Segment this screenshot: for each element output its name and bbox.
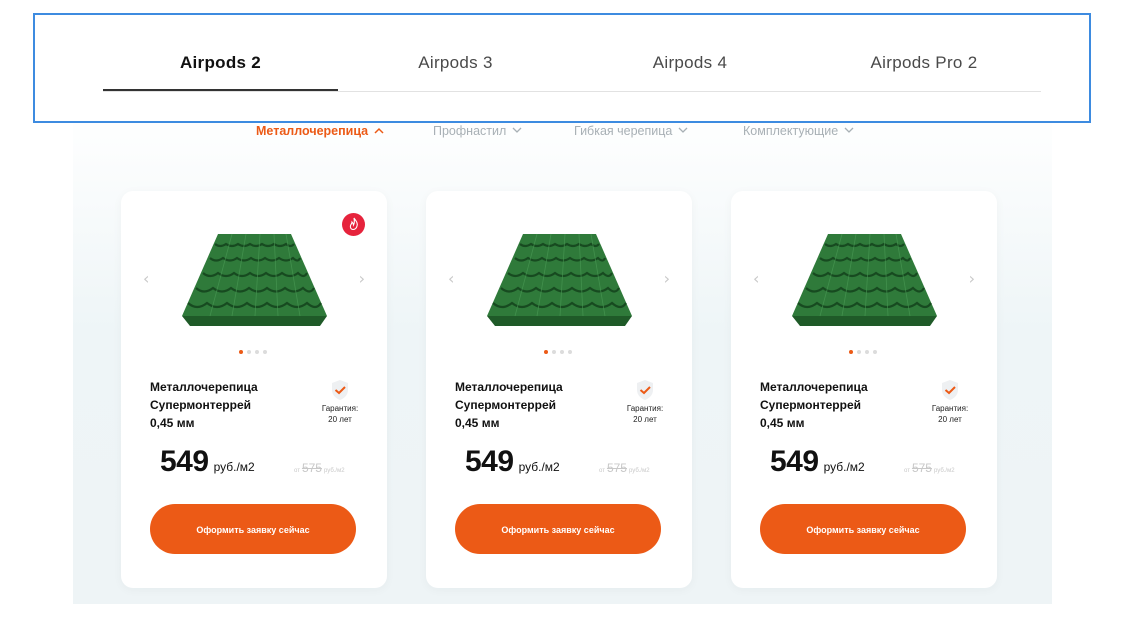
warranty-block: Гарантия: 20 лет [620,379,670,425]
product-title: Металлочерепица Супермонтеррей 0,45 мм [760,378,910,432]
old-price-prefix: от [904,468,910,474]
old-price-value: 575 [606,461,627,475]
carousel-dot[interactable] [568,350,572,354]
chevron-down-icon [844,126,854,137]
old-price-value: 575 [911,461,932,475]
carousel-dot[interactable] [255,350,259,354]
carousel-dot[interactable] [552,350,556,354]
tabs-divider [103,91,1041,92]
tab-airpods-2[interactable]: Airpods 2 [103,48,338,78]
price-unit: руб./м2 [823,460,865,474]
chevron-right-icon[interactable]: › [359,269,365,288]
tab-airpods-3[interactable]: Airpods 3 [338,48,573,78]
flame-icon [342,213,365,236]
carousel-dot[interactable] [263,350,267,354]
carousel-dot[interactable] [544,350,548,354]
title-line: Супермонтеррей [455,398,556,412]
carousel-dot[interactable] [239,350,243,354]
title-line: Металлочерепица [455,380,563,394]
tab-airpods-pro-2[interactable]: Airpods Pro 2 [807,48,1041,78]
category-accessories[interactable]: Комплектующие [743,124,854,138]
price-unit: руб./м2 [518,460,560,474]
tab-airpods-4[interactable]: Airpods 4 [573,48,807,78]
title-line: Металлочерепица [760,380,868,394]
price-value: 549 [770,445,819,478]
category-profnastil[interactable]: Профнастил [433,124,522,138]
chevron-down-icon [512,126,522,137]
chevron-down-icon [678,126,688,137]
old-price: от 575 руб./м2 [904,461,955,475]
title-line: Супермонтеррей [760,398,861,412]
title-line: Супермонтеррей [150,398,251,412]
category-label: Гибкая черепица [574,124,673,138]
roof-tile-image [792,233,937,326]
product-tabs: Airpods 2 Airpods 3 Airpods 4 Airpods Pr… [33,13,1091,123]
old-price-prefix: от [599,468,605,474]
carousel-dots [239,350,267,354]
chevron-right-icon[interactable]: › [664,269,670,288]
category-label: Профнастил [433,124,507,138]
old-price-unit: руб./м2 [323,468,345,474]
chevron-left-icon[interactable]: ‹ [448,269,454,288]
warranty-label: Гарантия: [321,404,359,413]
shield-check-icon [942,380,958,400]
category-flexible-tile[interactable]: Гибкая черепица [574,124,688,138]
carousel-dot[interactable] [857,350,861,354]
warranty-value: 20 лет [633,415,657,424]
product-title: Металлочерепица Супермонтеррей 0,45 мм [150,378,300,432]
carousel-dot[interactable] [865,350,869,354]
category-metal-tile[interactable]: Металлочерепица [256,124,384,138]
order-now-button[interactable]: Оформить заявку сейчас [455,504,661,554]
carousel-dots [849,350,877,354]
chevron-right-icon[interactable]: › [969,269,975,288]
product-title: Металлочерепица Супермонтеррей 0,45 мм [455,378,605,432]
price: 549 руб./м2 [160,445,255,479]
chevron-up-icon [374,126,384,137]
price: 549 руб./м2 [465,445,560,479]
old-price: от 575 руб./м2 [599,461,650,475]
product-card: ‹ › Металлочерепица Супермонтеррей 0,45 … [426,191,692,588]
warranty-block: Гарантия: 20 лет [925,379,975,425]
warranty-value: 20 лет [328,415,352,424]
old-price: от 575 руб./м2 [294,461,345,475]
roof-tile-image [182,233,327,326]
shield-check-icon [637,380,653,400]
warranty-label: Гарантия: [931,404,969,413]
chevron-left-icon[interactable]: ‹ [143,269,149,288]
category-label: Металлочерепица [256,124,369,138]
title-line: Металлочерепица [150,380,258,394]
product-card: ‹ › Металлочерепица Супермонтеррей 0,45 … [121,191,387,588]
old-price-unit: руб./м2 [628,468,650,474]
old-price-unit: руб./м2 [933,468,955,474]
warranty-value: 20 лет [938,415,962,424]
price-value: 549 [160,445,209,478]
product-card: ‹ › Металлочерепица Супермонтеррей 0,45 … [731,191,997,588]
price-value: 549 [465,445,514,478]
carousel-dot[interactable] [247,350,251,354]
warranty-block: Гарантия: 20 лет [315,379,365,425]
order-now-button[interactable]: Оформить заявку сейчас [760,504,966,554]
roof-tile-image [487,233,632,326]
carousel-dot[interactable] [849,350,853,354]
order-now-button[interactable]: Оформить заявку сейчас [150,504,356,554]
carousel-dots [544,350,572,354]
title-line: 0,45 мм [150,416,195,430]
price-unit: руб./м2 [213,460,255,474]
title-line: 0,45 мм [760,416,805,430]
active-tab-indicator [103,89,338,91]
shield-check-icon [332,380,348,400]
warranty-label: Гарантия: [626,404,664,413]
title-line: 0,45 мм [455,416,500,430]
chevron-left-icon[interactable]: ‹ [753,269,759,288]
carousel-dot[interactable] [873,350,877,354]
old-price-prefix: от [294,468,300,474]
price: 549 руб./м2 [770,445,865,479]
carousel-dot[interactable] [560,350,564,354]
category-label: Комплектующие [743,124,839,138]
old-price-value: 575 [301,461,322,475]
